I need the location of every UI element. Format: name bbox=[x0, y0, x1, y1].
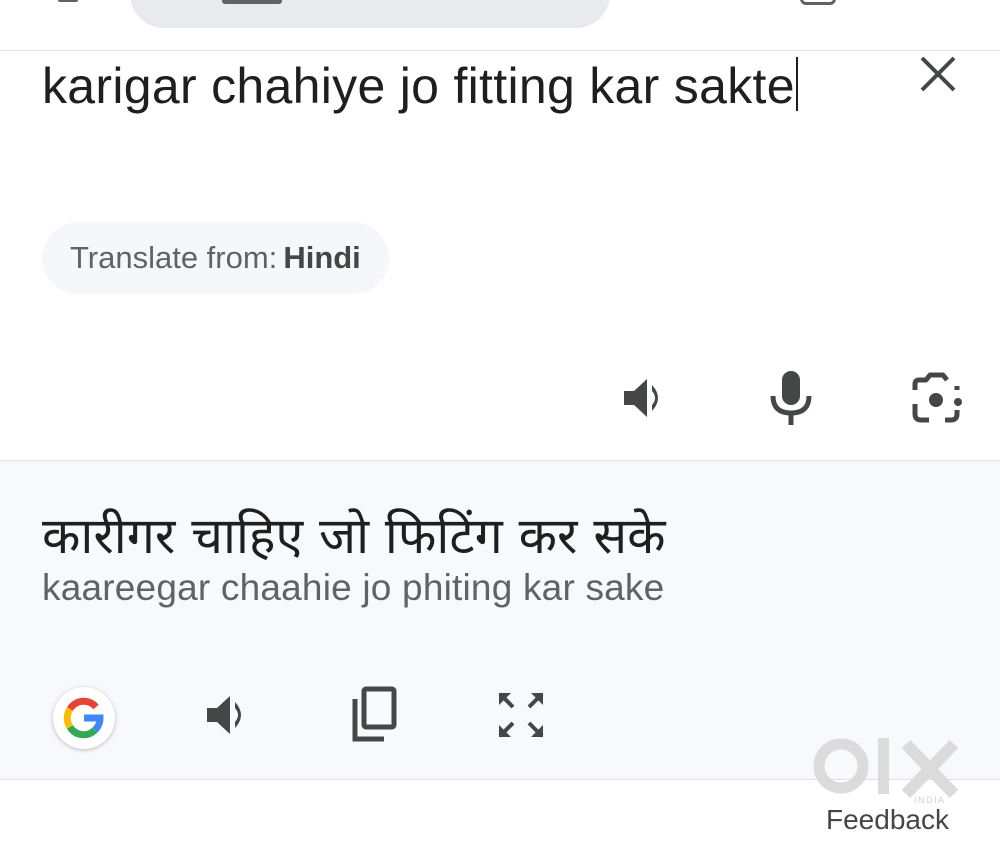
text-caret bbox=[795, 57, 798, 111]
menu-icon[interactable] bbox=[58, 0, 78, 2]
expand-icon bbox=[498, 692, 544, 738]
listen-source-button[interactable] bbox=[614, 366, 678, 430]
close-icon bbox=[920, 56, 956, 92]
camera-input-button[interactable] bbox=[906, 366, 970, 430]
copy-translation-button[interactable] bbox=[342, 683, 406, 747]
translated-text: कारीगर चाहिए जो फिटिंग कर सके bbox=[42, 507, 666, 565]
app-top-bar bbox=[0, 0, 1000, 51]
google-g-icon bbox=[63, 697, 104, 739]
translate-from-label: Translate from: bbox=[70, 240, 278, 275]
source-text-input[interactable]: karigar chahiye jo fitting kar sakte bbox=[42, 46, 842, 126]
voice-input-button[interactable] bbox=[759, 366, 823, 430]
detected-language: Hindi bbox=[283, 240, 361, 275]
feedback-link[interactable]: Feedback bbox=[826, 804, 949, 836]
camera-lens-icon bbox=[912, 372, 962, 423]
transliteration-text: kaareegar chaahie jo phiting kar sake bbox=[42, 567, 665, 608]
pill-content bbox=[222, 0, 282, 4]
listen-translation-button[interactable] bbox=[197, 683, 261, 747]
google-search-button[interactable] bbox=[53, 687, 115, 749]
source-actions bbox=[0, 366, 1000, 430]
detected-language-chip[interactable]: Translate from: Hindi bbox=[42, 222, 389, 294]
copy-icon bbox=[352, 686, 397, 742]
speaker-icon bbox=[624, 379, 658, 417]
speaker-icon bbox=[207, 696, 241, 734]
microphone-icon bbox=[770, 371, 812, 425]
search-pill[interactable] bbox=[130, 0, 610, 28]
clear-text-button[interactable] bbox=[914, 50, 962, 98]
source-text: karigar chahiye jo fitting kar sakte bbox=[42, 58, 795, 114]
fullscreen-button[interactable] bbox=[489, 683, 553, 747]
account-icon[interactable] bbox=[800, 0, 836, 5]
